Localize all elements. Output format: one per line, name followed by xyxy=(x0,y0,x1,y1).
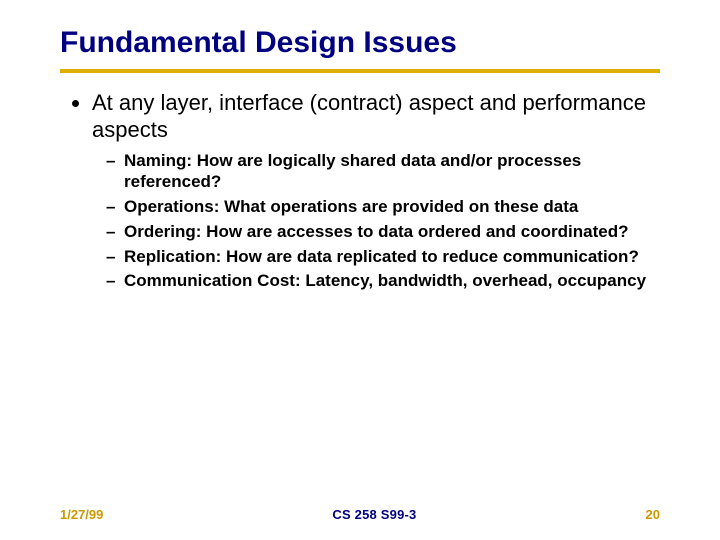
sub-bullet: Ordering: How are accesses to data order… xyxy=(106,221,660,243)
slide: Fundamental Design Issues At any layer, … xyxy=(0,0,720,540)
bullet-list: At any layer, interface (contract) aspec… xyxy=(70,89,660,293)
slide-body: At any layer, interface (contract) aspec… xyxy=(0,89,720,293)
sub-bullet-list: Naming: How are logically shared data an… xyxy=(92,150,660,293)
main-bullet-text: At any layer, interface (contract) aspec… xyxy=(92,90,646,143)
footer-date: 1/27/99 xyxy=(60,507,103,522)
sub-bullet: Replication: How are data replicated to … xyxy=(106,246,660,268)
sub-bullet: Naming: How are logically shared data an… xyxy=(106,150,660,194)
footer-page-number: 20 xyxy=(646,507,660,522)
footer-course: CS 258 S99-3 xyxy=(332,507,416,522)
title-underline xyxy=(60,69,660,73)
slide-title: Fundamental Design Issues xyxy=(60,26,660,61)
slide-footer: 1/27/99 CS 258 S99-3 20 xyxy=(0,507,720,522)
title-area: Fundamental Design Issues xyxy=(0,0,720,61)
sub-bullet: Communication Cost: Latency, bandwidth, … xyxy=(106,270,660,292)
main-bullet: At any layer, interface (contract) aspec… xyxy=(92,89,660,293)
sub-bullet: Operations: What operations are provided… xyxy=(106,196,660,218)
